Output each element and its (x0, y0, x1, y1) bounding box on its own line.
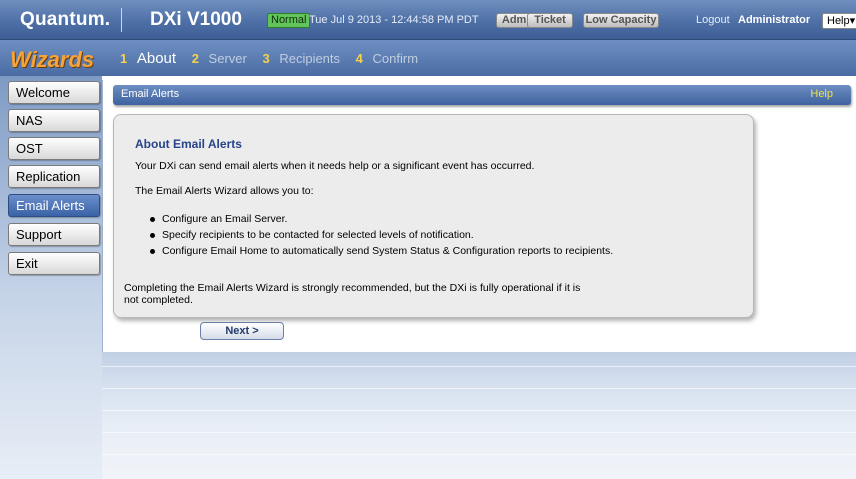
help-menu-label: Help (827, 15, 850, 27)
wizard-steps: 1 About 2 Server 3 Recipients 4 Confirm (120, 50, 430, 67)
list-item-text: Configure Email Home to automatically se… (162, 245, 614, 257)
divider (102, 410, 856, 411)
list-item: Specify recipients to be contacted for s… (150, 229, 474, 241)
step-label: Server (208, 51, 247, 66)
quantum-logo: Quantum. (20, 9, 111, 30)
step-number: 2 (191, 51, 199, 66)
section-title: Email Alerts (121, 88, 180, 100)
chevron-down-icon: ▾ (849, 15, 856, 27)
card-title: About Email Alerts (135, 137, 242, 151)
wizard-bar: Wizards 1 About 2 Server 3 Recipients 4 … (0, 40, 856, 76)
list-item: Configure an Email Server. (150, 213, 287, 225)
divider (102, 388, 856, 389)
step-label: Confirm (372, 51, 419, 66)
divider (102, 454, 856, 455)
step-confirm[interactable]: 4 Confirm (356, 51, 424, 66)
current-user: Administrator (738, 14, 811, 26)
list-item-text: Specify recipients to be contacted for s… (162, 229, 474, 241)
card-intro: Your DXi can send email alerts when it n… (135, 160, 535, 172)
sidebar: Welcome NAS OST Replication Email Alerts… (0, 76, 102, 479)
system-datetime: Tue Jul 9 2013 - 12:44:58 PM PDT (309, 14, 479, 26)
step-label: About (136, 50, 177, 67)
step-label: Recipients (279, 51, 341, 66)
lower-background (102, 352, 856, 479)
card-footer-note: Completing the Email Alerts Wizard is st… (124, 282, 581, 306)
ticket-button[interactable]: Ticket (527, 13, 573, 28)
sidebar-item-nas[interactable]: NAS (8, 109, 100, 132)
wizard-title: Wizards (10, 47, 95, 72)
step-server[interactable]: 2 Server (192, 51, 253, 66)
step-number: 3 (262, 51, 270, 66)
status-badge: Normal (267, 13, 311, 28)
divider (102, 366, 856, 367)
step-about[interactable]: 1 About (120, 50, 182, 67)
list-item-text: Configure an Email Server. (162, 213, 288, 225)
step-number: 1 (120, 51, 128, 66)
sidebar-item-support[interactable]: Support (8, 223, 100, 246)
section-help-link[interactable]: Help (810, 88, 833, 100)
about-card: About Email Alerts Your DXi can send ema… (113, 114, 754, 318)
low-capacity-button[interactable]: Low Capacity (583, 13, 659, 28)
card-allows: The Email Alerts Wizard allows you to: (135, 185, 314, 197)
logo-divider (121, 8, 122, 32)
sidebar-item-ost[interactable]: OST (8, 137, 100, 160)
main-panel: Email Alerts Help About Email Alerts You… (102, 80, 856, 352)
step-recipients[interactable]: 3 Recipients (262, 51, 346, 66)
sidebar-item-replication[interactable]: Replication (8, 165, 100, 188)
list-item: Configure Email Home to automatically se… (150, 245, 613, 257)
top-bar: Quantum. DXi V1000 Normal Tue Jul 9 2013… (0, 0, 856, 40)
sidebar-item-welcome[interactable]: Welcome (8, 81, 100, 104)
bullet-icon (150, 216, 155, 222)
sidebar-item-email-alerts[interactable]: Email Alerts (8, 194, 100, 217)
bullet-icon (150, 232, 155, 238)
step-number: 4 (355, 51, 363, 66)
divider (102, 432, 856, 433)
product-name: DXi V1000 (150, 9, 242, 30)
next-button[interactable]: Next > (200, 322, 284, 340)
help-menu[interactable]: Help▾ (822, 13, 856, 29)
logout-link[interactable]: Logout (696, 14, 730, 26)
bullet-icon (150, 248, 155, 254)
section-header: Email Alerts Help (113, 85, 851, 105)
sidebar-item-exit[interactable]: Exit (8, 252, 100, 275)
